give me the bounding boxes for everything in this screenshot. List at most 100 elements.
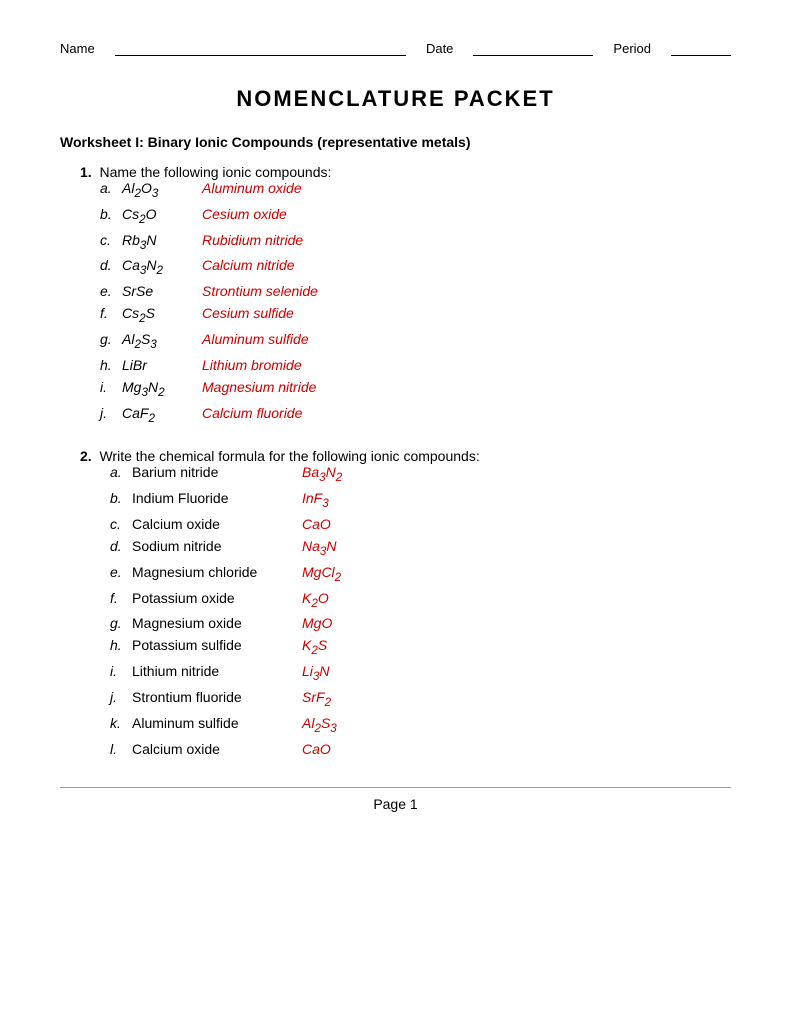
q2-item-label: l.: [110, 741, 132, 757]
q1-item-label: j.: [100, 405, 122, 421]
q2-item-d: d. Sodium nitride Na3N: [110, 538, 731, 558]
q1-item-label: a.: [100, 180, 122, 196]
name-label: Name: [60, 41, 95, 56]
question-1-text: 1. Name the following ionic compounds:: [60, 164, 731, 180]
worksheet-title: Worksheet I: Binary Ionic Compounds (rep…: [60, 134, 731, 150]
q2-item-j: j. Strontium fluoride SrF2: [110, 689, 731, 709]
q2-answer: Al2S3: [302, 715, 337, 735]
q2-item-k: k. Aluminum sulfide Al2S3: [110, 715, 731, 735]
q1-formula: Cs2O: [122, 206, 202, 226]
q1-formula: Al2O3: [122, 180, 202, 200]
q1-item-f: f. Cs2S Cesium sulfide: [100, 305, 731, 325]
q2-item-label: d.: [110, 538, 132, 554]
q2-item-label: b.: [110, 490, 132, 506]
period-field[interactable]: [671, 40, 731, 56]
q1-list: a. Al2O3 Aluminum oxide b. Cs2O Cesium o…: [60, 180, 731, 424]
q2-answer: MgO: [302, 615, 332, 631]
q2-compound: Magnesium chloride: [132, 564, 302, 580]
q2-item-label: f.: [110, 590, 132, 606]
q1-item-label: h.: [100, 357, 122, 373]
q1-item-label: d.: [100, 257, 122, 273]
q1-answer: Magnesium nitride: [202, 379, 316, 395]
q2-item-label: a.: [110, 464, 132, 480]
q1-item-label: c.: [100, 232, 122, 248]
q2-answer: CaO: [302, 516, 331, 532]
q2-answer: Li3N: [302, 663, 330, 683]
q2-answer: CaO: [302, 741, 331, 757]
q1-item-label: i.: [100, 379, 122, 395]
q2-item-label: h.: [110, 637, 132, 653]
q1-answer: Aluminum oxide: [202, 180, 302, 196]
q1-item-label: b.: [100, 206, 122, 222]
q2-list: a. Barium nitride Ba3N2 b. Indium Fluori…: [60, 464, 731, 756]
q2-item-label: i.: [110, 663, 132, 679]
q1-answer: Cesium oxide: [202, 206, 287, 222]
q2-item-e: e. Magnesium chloride MgCl2: [110, 564, 731, 584]
period-label: Period: [613, 41, 651, 56]
question-2-text: 2. Write the chemical formula for the fo…: [60, 448, 731, 464]
q1-item-a: a. Al2O3 Aluminum oxide: [100, 180, 731, 200]
q2-compound: Barium nitride: [132, 464, 302, 480]
q2-item-label: c.: [110, 516, 132, 532]
q1-item-label: f.: [100, 305, 122, 321]
q1-item-e: e. SrSe Strontium selenide: [100, 283, 731, 299]
q2-item-l: l. Calcium oxide CaO: [110, 741, 731, 757]
q1-answer: Rubidium nitride: [202, 232, 303, 248]
q2-answer: K2S: [302, 637, 327, 657]
q2-compound: Magnesium oxide: [132, 615, 302, 631]
q2-item-a: a. Barium nitride Ba3N2: [110, 464, 731, 484]
q2-compound: Indium Fluoride: [132, 490, 302, 506]
q2-answer: Na3N: [302, 538, 337, 558]
q1-answer: Calcium fluoride: [202, 405, 302, 421]
q2-compound: Potassium oxide: [132, 590, 302, 606]
q1-answer: Cesium sulfide: [202, 305, 294, 321]
q1-answer: Strontium selenide: [202, 283, 318, 299]
q2-answer: InF3: [302, 490, 329, 510]
q2-answer: K2O: [302, 590, 329, 610]
q2-item-label: j.: [110, 689, 132, 705]
question-1-block: 1. Name the following ionic compounds: a…: [60, 164, 731, 424]
q2-item-f: f. Potassium oxide K2O: [110, 590, 731, 610]
q2-compound: Calcium oxide: [132, 516, 302, 532]
q1-item-h: h. LiBr Lithium bromide: [100, 357, 731, 373]
date-label: Date: [426, 41, 453, 56]
q2-answer: MgCl2: [302, 564, 341, 584]
q1-item-d: d. Ca3N2 Calcium nitride: [100, 257, 731, 277]
header-row: Name Date Period: [60, 40, 731, 56]
q2-item-h: h. Potassium sulfide K2S: [110, 637, 731, 657]
q2-compound: Potassium sulfide: [132, 637, 302, 653]
q1-formula: Cs2S: [122, 305, 202, 325]
q2-item-label: k.: [110, 715, 132, 731]
q1-formula: Al2S3: [122, 331, 202, 351]
question-2-block: 2. Write the chemical formula for the fo…: [60, 448, 731, 756]
date-field[interactable]: [473, 40, 593, 56]
page-title: NOMENCLATURE PACKET: [60, 86, 731, 112]
q1-item-label: g.: [100, 331, 122, 347]
page-number: Page 1: [373, 796, 417, 812]
q2-item-label: g.: [110, 615, 132, 631]
q2-compound: Aluminum sulfide: [132, 715, 302, 731]
q1-item-c: c. Rb3N Rubidium nitride: [100, 232, 731, 252]
q2-item-label: e.: [110, 564, 132, 580]
q1-item-b: b. Cs2O Cesium oxide: [100, 206, 731, 226]
q2-compound: Calcium oxide: [132, 741, 302, 757]
page-footer: Page 1: [60, 787, 731, 812]
q2-answer: Ba3N2: [302, 464, 342, 484]
q1-answer: Aluminum sulfide: [202, 331, 309, 347]
q2-compound: Sodium nitride: [132, 538, 302, 554]
q1-answer: Calcium nitride: [202, 257, 295, 273]
q1-formula: Mg3N2: [122, 379, 202, 399]
q2-item-i: i. Lithium nitride Li3N: [110, 663, 731, 683]
q1-item-i: i. Mg3N2 Magnesium nitride: [100, 379, 731, 399]
q2-compound: Strontium fluoride: [132, 689, 302, 705]
q1-item-g: g. Al2S3 Aluminum sulfide: [100, 331, 731, 351]
q2-item-g: g. Magnesium oxide MgO: [110, 615, 731, 631]
q1-formula: LiBr: [122, 357, 202, 373]
q2-compound: Lithium nitride: [132, 663, 302, 679]
q2-item-b: b. Indium Fluoride InF3: [110, 490, 731, 510]
q1-formula: Rb3N: [122, 232, 202, 252]
name-field[interactable]: [115, 40, 406, 56]
q1-item-j: j. CaF2 Calcium fluoride: [100, 405, 731, 425]
q1-answer: Lithium bromide: [202, 357, 302, 373]
q1-formula: CaF2: [122, 405, 202, 425]
